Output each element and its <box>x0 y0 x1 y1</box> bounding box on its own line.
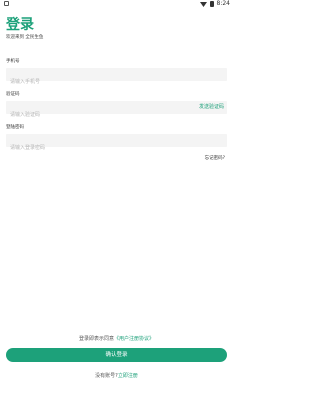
phone-field <box>6 68 227 89</box>
wifi-icon <box>199 1 207 7</box>
password-label: 登陆密码 <box>6 125 24 130</box>
code-field: 发送验证码 <box>6 101 227 122</box>
agreement-prefix: 登录即表示同意 <box>78 336 114 342</box>
code-input[interactable] <box>6 108 156 122</box>
password-field <box>6 134 227 155</box>
page-title: 登录 <box>6 17 34 33</box>
forgot-password-link[interactable]: 忘记密码? <box>205 155 225 161</box>
agreement-text: 登录即表示同意《用户注册协议》 <box>0 335 233 342</box>
code-label: 验证码 <box>6 92 20 97</box>
phone-label: 手机号 <box>6 59 20 64</box>
register-prompt: 没有账号?立即注册 <box>0 372 233 379</box>
password-input[interactable] <box>6 141 156 155</box>
register-prefix: 没有账号? <box>95 373 118 379</box>
confirm-login-button[interactable]: 确认登录 <box>6 348 227 362</box>
battery-icon <box>209 1 214 7</box>
status-bar: 8:24 <box>0 0 233 8</box>
status-indicators: 8:24 <box>199 0 230 8</box>
notification-icon <box>4 1 9 6</box>
phone-input[interactable] <box>6 75 156 89</box>
user-agreement-link[interactable]: 《用户注册协议》 <box>114 336 154 342</box>
register-link[interactable]: 立即注册 <box>118 373 138 379</box>
welcome-subtitle: 欢迎来到 全民生鱼 <box>6 35 44 40</box>
status-time: 8:24 <box>216 0 230 7</box>
send-code-button[interactable]: 发送验证码 <box>199 101 224 114</box>
